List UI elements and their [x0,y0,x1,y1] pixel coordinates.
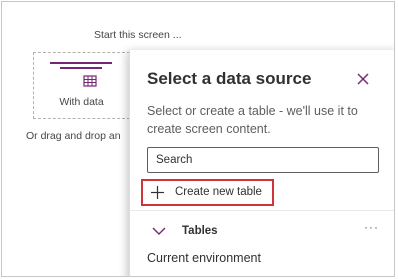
divider [130,210,394,211]
start-screen-title: Start this screen ... [94,29,182,41]
panel-title: Select a data source [147,69,312,88]
tables-section-label: Tables [182,225,218,237]
panel-description: Select or create a table - we'll use it … [147,104,358,136]
current-environment-label: Current environment [147,251,261,265]
data-table-icon [50,62,112,87]
close-icon[interactable] [354,70,372,88]
drag-drop-text: Or drag and drop an [26,130,121,142]
create-new-table-button[interactable]: Create new table [141,179,274,206]
create-new-table-label: Create new table [175,186,262,198]
with-data-label: With data [59,96,104,108]
select-data-source-panel: Select a data source Select or create a … [129,50,394,276]
search-input[interactable] [147,147,379,173]
plus-icon [151,186,164,199]
start-screen-canvas: Start this screen ... With data Or drag … [1,1,395,277]
chevron-down-icon [152,227,166,235]
more-options-icon[interactable]: ··· [364,220,379,234]
tables-section-header[interactable]: Tables ··· [130,220,394,244]
with-data-tile[interactable]: With data [33,52,130,119]
